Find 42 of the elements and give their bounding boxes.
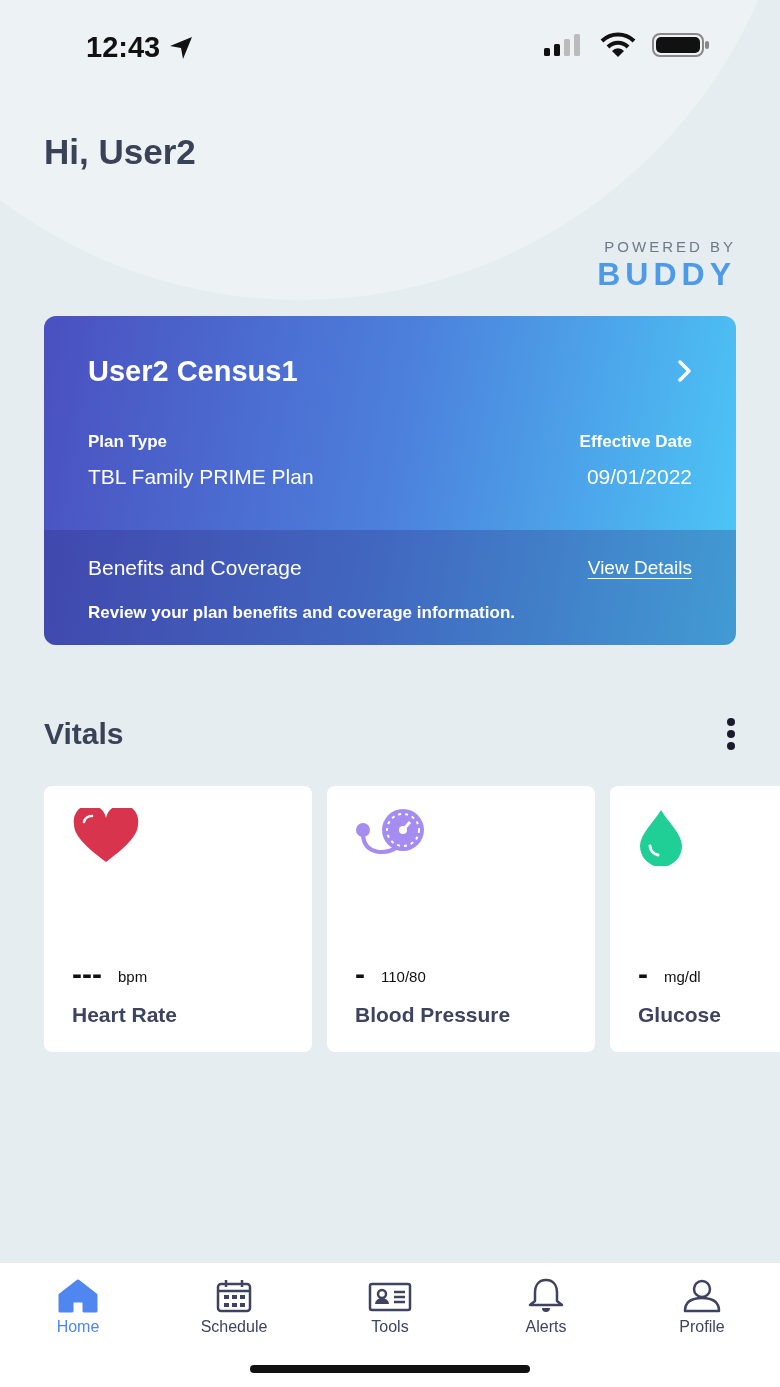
greeting-heading: Hi, User2 xyxy=(44,131,197,173)
vital-unit: bpm xyxy=(118,967,148,987)
battery-icon xyxy=(652,32,710,58)
drop-icon xyxy=(638,808,684,866)
tab-bar-item[interactable]: Home xyxy=(0,1275,156,1339)
more-options-icon[interactable] xyxy=(726,716,736,751)
tab-bar-item[interactable]: Profile xyxy=(624,1275,780,1339)
vital-unit: 110/80 xyxy=(381,967,426,987)
home-icon xyxy=(58,1279,98,1313)
vital-card[interactable]: - mg/dl Glucose xyxy=(610,786,780,1052)
vital-value: --- xyxy=(72,958,102,989)
vital-unit: mg/dl xyxy=(664,967,701,987)
bell-icon xyxy=(527,1277,565,1313)
clock-time: 12:43 xyxy=(86,30,161,65)
vital-name: Glucose xyxy=(638,1001,722,1028)
vital-name: Heart Rate xyxy=(72,1001,179,1028)
vital-name: Blood Pressure xyxy=(355,1001,512,1028)
powered-by-label: POWERED BY xyxy=(603,238,736,254)
vital-card[interactable]: - 110/80 Blood Pressure xyxy=(327,786,595,1052)
vital-value: - xyxy=(355,958,365,989)
section-heading: Vitals xyxy=(44,716,124,752)
view-details-link[interactable]: View Details xyxy=(587,553,692,582)
tab-bar-item[interactable]: Tools xyxy=(312,1275,468,1339)
brand-logo: BUDDY xyxy=(597,257,736,290)
heart-icon xyxy=(72,808,140,864)
benefits-title: Benefits and Coverage xyxy=(88,555,302,581)
id-card-icon xyxy=(368,1281,412,1313)
benefits-description: Review your plan benefits and coverage information. xyxy=(88,601,516,624)
plan-type-value: TBL Family PRIME Plan xyxy=(88,463,314,490)
tab-bar-item[interactable]: Alerts xyxy=(468,1275,624,1339)
member-name: User2 Census1 xyxy=(88,353,298,389)
vital-value: - xyxy=(638,958,648,989)
effective-date-label: Effective Date xyxy=(579,431,692,453)
effective-date-value: 09/01/2022 xyxy=(585,463,692,490)
person-icon xyxy=(682,1279,722,1313)
plan-card[interactable]: User2 Census1 Plan Type TBL Family PRIME Plan Effective Date 09/01/2022 Benefits and Coverage View Details Review your plan benefits and coverage information. xyxy=(44,315,736,645)
calendar-icon xyxy=(216,1279,252,1313)
tab-bar-item[interactable]: Schedule xyxy=(156,1275,312,1339)
plan-type-label: Plan Type xyxy=(88,431,169,453)
vital-card[interactable]: --- bpm Heart Rate xyxy=(44,786,312,1052)
location-arrow-icon xyxy=(168,34,195,61)
wifi-icon xyxy=(600,32,636,58)
